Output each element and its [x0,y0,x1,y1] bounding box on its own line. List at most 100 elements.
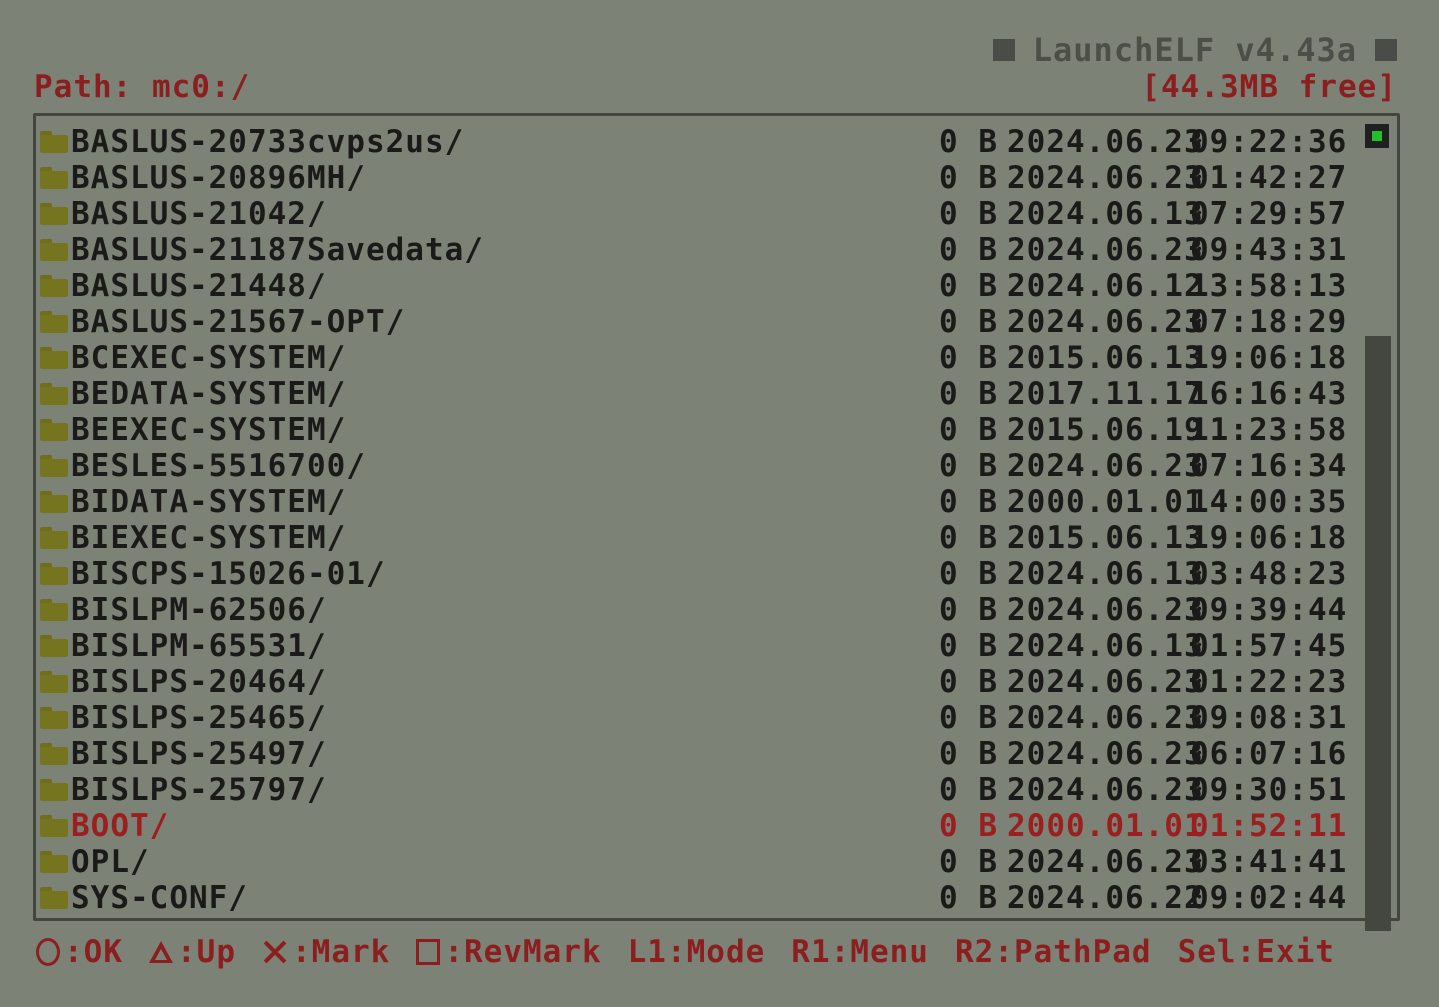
folder-icon [40,419,68,441]
folder-icon [40,635,68,657]
file-name: BIEXEC-SYSTEM/ [71,520,347,556]
app-title: LaunchELF v4.43a [1032,31,1357,69]
folder-icon [40,347,68,369]
file-date: 2024.06.23 [1007,124,1204,160]
file-row[interactable]: OPL/0 B 2024.06.23 03:41:41 [40,844,1350,880]
file-row[interactable]: BASLUS-20896MH/0 B 2024.06.23 01:42:27 [40,160,1350,196]
file-time: 09:02:44 [1190,880,1348,916]
file-size: 0 B [939,196,998,232]
file-row[interactable]: BISCPS-15026-01/0 B 2024.06.13 03:48:23 [40,556,1350,592]
file-time: 01:42:27 [1190,160,1348,196]
file-size: 0 B [939,376,998,412]
hint-label: :OK [64,934,123,970]
file-name: BISLPS-20464/ [71,664,327,700]
file-size: 0 B [939,340,998,376]
folder-icon [40,131,68,153]
file-row[interactable]: BIDATA-SYSTEM/0 B 2000.01.01 14:00:35 [40,484,1350,520]
file-size: 0 B [939,772,998,808]
file-size: 0 B [939,880,998,916]
file-row[interactable]: BIEXEC-SYSTEM/0 B 2015.06.13 19:06:18 [40,520,1350,556]
scrollbar[interactable] [1363,122,1391,931]
file-date: 2024.06.13 [1007,196,1204,232]
file-date: 2015.06.13 [1007,520,1204,556]
hint-triangle: :Up [149,932,236,972]
file-date: 2024.06.23 [1007,736,1204,772]
folder-icon [40,743,68,765]
folder-icon [40,239,68,261]
folder-icon [40,527,68,549]
file-date: 2024.06.23 [1007,700,1204,736]
hint-l1: L1:Mode [628,932,766,972]
file-row[interactable]: BEEXEC-SYSTEM/0 B 2015.06.19 11:23:58 [40,412,1350,448]
file-date: 2024.06.23 [1007,304,1204,340]
file-time: 14:00:35 [1190,484,1348,520]
folder-icon [40,455,68,477]
file-time: 07:29:57 [1190,196,1348,232]
file-row[interactable]: BOOT/0 B 2000.01.01 01:52:11 [40,808,1350,844]
hint-cross: :Mark [262,932,390,972]
file-date: 2015.06.19 [1007,412,1204,448]
file-row[interactable]: BISLPS-20464/0 B 2024.06.23 01:22:23 [40,664,1350,700]
file-date: 2024.06.23 [1007,160,1204,196]
file-date: 2024.06.12 [1007,268,1204,304]
folder-icon [40,851,68,873]
scroll-position-indicator-icon [1365,124,1389,148]
file-name: SYS-CONF/ [71,880,248,916]
button-hints-bar: :OK:Up:Mark:RevMark L1:Mode R1:Menu R2:Path… [36,932,1335,972]
file-browser-panel: BASLUS-20733cvps2us/0 B 2024.06.23 09:22:3… [33,113,1400,931]
file-name: BOOT/ [71,808,170,844]
file-row[interactable]: BCEXEC-SYSTEM/0 B 2015.06.13 19:06:18 [40,340,1350,376]
file-name: BASLUS-20896MH/ [71,160,366,196]
hint-circle: :OK [36,932,123,972]
file-row[interactable]: BISLPS-25465/0 B 2024.06.23 09:08:31 [40,700,1350,736]
file-time: 03:48:23 [1190,556,1348,592]
file-date: 2024.06.22 [1007,880,1204,916]
file-row[interactable]: BASLUS-21042/0 B 2024.06.13 07:29:57 [40,196,1350,232]
folder-icon [40,491,68,513]
file-name: BISLPS-25497/ [71,736,327,772]
title-right-square-icon [1375,39,1397,61]
current-path: Path: mc0:/ [34,69,251,105]
hint-label: R2:PathPad [954,934,1152,970]
file-time: 13:58:13 [1190,268,1348,304]
file-row[interactable]: SYS-CONF/0 B 2024.06.22 09:02:44 [40,880,1350,916]
file-date: 2024.06.13 [1007,556,1204,592]
hint-sel: Sel:Exit [1178,932,1335,972]
file-row[interactable]: BEDATA-SYSTEM/0 B 2017.11.17 16:16:43 [40,376,1350,412]
file-size: 0 B [939,484,998,520]
title-bar: LaunchELF v4.43a [992,30,1397,70]
file-row[interactable]: BESLES-5516700/0 B 2024.06.23 07:16:34 [40,448,1350,484]
file-size: 0 B [939,628,998,664]
file-row[interactable]: BISLPM-62506/0 B 2024.06.23 09:39:44 [40,592,1350,628]
file-name: BEDATA-SYSTEM/ [71,376,347,412]
file-time: 09:08:31 [1190,700,1348,736]
file-date: 2015.06.13 [1007,340,1204,376]
file-row[interactable]: BISLPM-65531/0 B 2024.06.13 01:57:45 [40,628,1350,664]
file-size: 0 B [939,268,998,304]
file-size: 0 B [939,844,998,880]
file-time: 19:06:18 [1190,340,1348,376]
hint-label: :Up [177,934,236,970]
file-time: 01:57:45 [1190,628,1348,664]
file-size: 0 B [939,556,998,592]
file-row[interactable]: BISLPS-25797/0 B 2024.06.23 09:30:51 [40,772,1350,808]
file-date: 2024.06.23 [1007,448,1204,484]
file-row[interactable]: BISLPS-25497/0 B 2024.06.23 06:07:16 [40,736,1350,772]
file-row[interactable]: BASLUS-21187Savedata/0 B 2024.06.23 09:43:… [40,232,1350,268]
file-row[interactable]: BASLUS-21567-OPT/0 B 2024.06.23 07:18:29 [40,304,1350,340]
folder-icon [40,383,68,405]
file-size: 0 B [939,304,998,340]
file-time: 07:16:34 [1190,448,1348,484]
file-date: 2024.06.23 [1007,232,1204,268]
file-date: 2017.11.17 [1007,376,1204,412]
file-row[interactable]: BASLUS-21448/0 B 2024.06.12 13:58:13 [40,268,1350,304]
file-row[interactable]: BASLUS-20733cvps2us/0 B 2024.06.23 09:22:3… [40,124,1350,160]
file-date: 2000.01.01 [1007,484,1204,520]
file-time: 03:41:41 [1190,844,1348,880]
scrollbar-thumb[interactable] [1365,336,1391,931]
file-name: BASLUS-21187Savedata/ [71,232,484,268]
folder-icon [40,707,68,729]
hint-square: :RevMark [416,932,601,972]
folder-icon [40,599,68,621]
folder-icon [40,311,68,333]
